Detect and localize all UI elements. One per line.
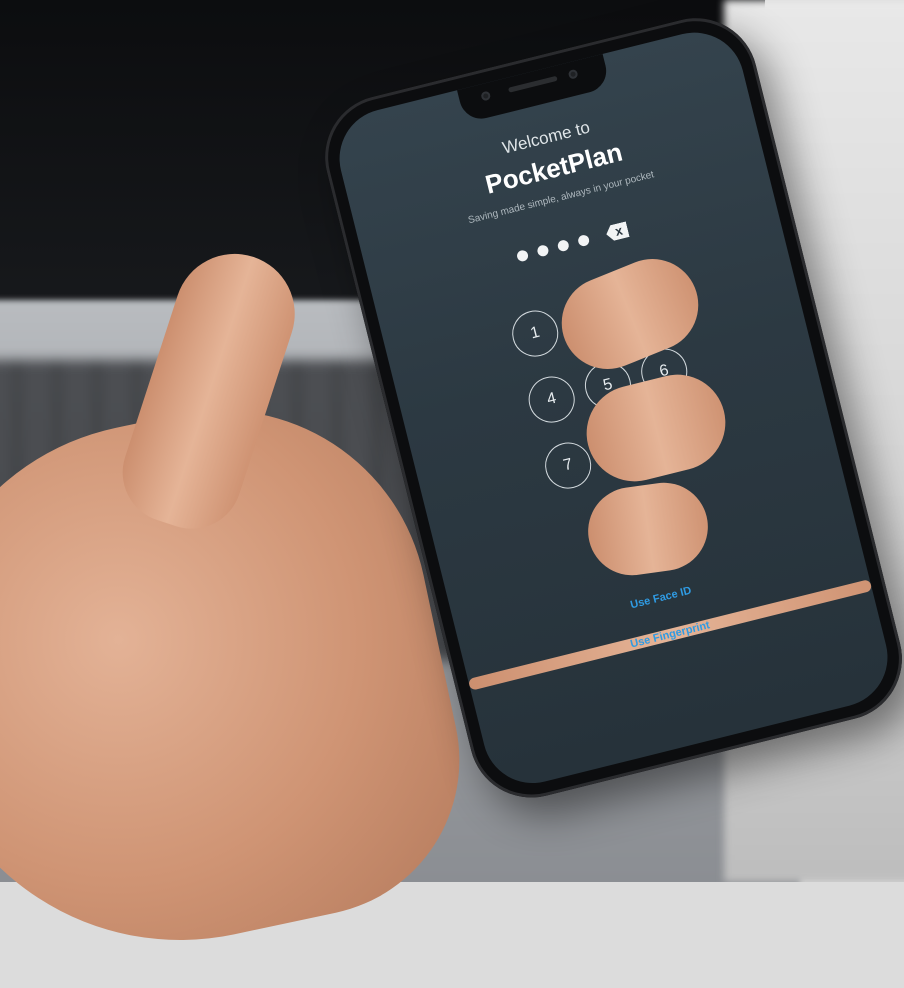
pin-dot: [576, 233, 591, 247]
speaker-grille: [507, 75, 558, 93]
pin-dot: [515, 248, 530, 263]
key-1[interactable]: 1: [507, 305, 564, 362]
pin-dot: [536, 243, 550, 257]
backspace-icon[interactable]: x: [604, 221, 629, 242]
camera-icon: [480, 90, 492, 102]
key-4[interactable]: 4: [523, 371, 580, 428]
sensor-icon: [567, 68, 579, 80]
pin-dot: [556, 238, 570, 252]
